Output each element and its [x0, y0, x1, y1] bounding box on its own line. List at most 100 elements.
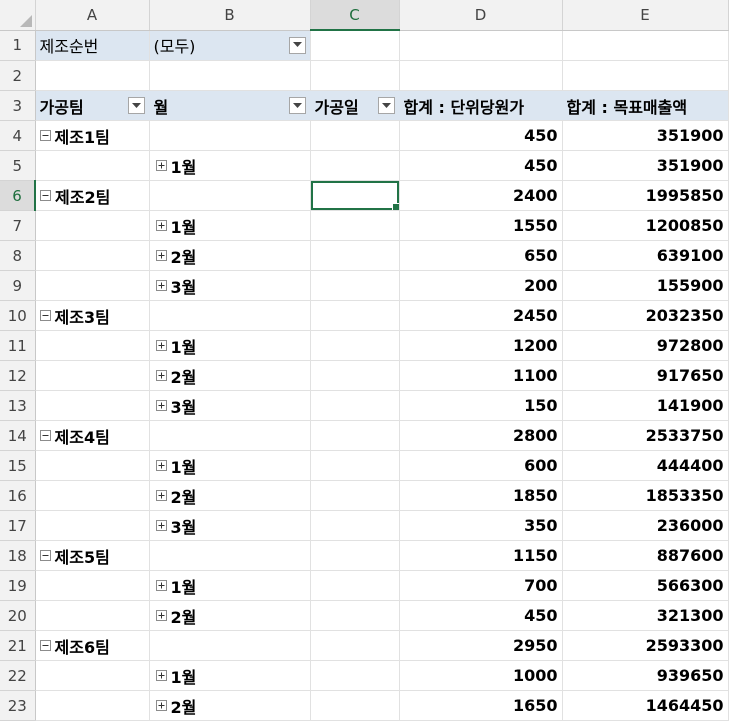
cell-e12[interactable]: 917650 — [562, 360, 729, 391]
cell-c21[interactable] — [310, 630, 400, 661]
cell-c5[interactable] — [310, 150, 400, 181]
row-header-17[interactable]: 17 — [0, 510, 36, 541]
cell-a14[interactable]: 제조4팀 — [35, 420, 150, 451]
cell-e23[interactable]: 1464450 — [562, 690, 729, 721]
cell-d16[interactable]: 1850 — [399, 480, 563, 511]
cell-d17[interactable]: 350 — [399, 510, 563, 541]
cell-b4[interactable] — [149, 120, 311, 151]
cell-d10[interactable]: 2450 — [399, 300, 563, 331]
cell-a10[interactable]: 제조3팀 — [35, 300, 150, 331]
collapse-minus-icon[interactable] — [39, 550, 51, 561]
cell-a13[interactable] — [35, 390, 150, 421]
cell-c7[interactable] — [310, 210, 400, 241]
cell-c12[interactable] — [310, 360, 400, 391]
collapse-minus-icon[interactable] — [39, 640, 51, 651]
filter-label-cell[interactable]: 제조순번 — [35, 30, 150, 61]
collapse-minus-icon[interactable] — [39, 310, 51, 321]
collapse-minus-icon[interactable] — [40, 190, 51, 201]
cell-e6[interactable]: 1995850 — [562, 180, 729, 211]
dropdown-arrow-icon[interactable] — [127, 97, 145, 114]
cell-d21[interactable]: 2950 — [399, 630, 563, 661]
cell-d9[interactable]: 200 — [399, 270, 563, 301]
cell-d2[interactable] — [399, 60, 563, 91]
cell-b23[interactable]: 2월 — [149, 690, 311, 721]
cell-c23[interactable] — [310, 690, 400, 721]
cell-d1[interactable] — [399, 30, 563, 61]
cell-a9[interactable] — [35, 270, 150, 301]
cell-d4[interactable]: 450 — [399, 120, 563, 151]
cell-a4[interactable]: 제조1팀 — [35, 120, 150, 151]
expand-plus-icon[interactable] — [155, 520, 167, 531]
cell-a6[interactable]: 제조2팀 — [35, 180, 150, 211]
cell-b6[interactable] — [149, 180, 311, 211]
cell-e1[interactable] — [562, 30, 729, 61]
cell-c22[interactable] — [310, 660, 400, 691]
cell-a21[interactable]: 제조6팀 — [35, 630, 150, 661]
cell-c2[interactable] — [310, 60, 400, 91]
column-header-d[interactable]: D — [399, 0, 563, 31]
row-header-8[interactable]: 8 — [0, 240, 36, 271]
cell-b20[interactable]: 2월 — [149, 600, 311, 631]
cell-b11[interactable]: 1월 — [149, 330, 311, 361]
cell-b19[interactable]: 1월 — [149, 570, 311, 601]
cell-e2[interactable] — [562, 60, 729, 91]
cell-b12[interactable]: 2월 — [149, 360, 311, 391]
cell-c18[interactable] — [310, 540, 400, 571]
row-header-1[interactable]: 1 — [0, 30, 36, 61]
row-header-21[interactable]: 21 — [0, 630, 36, 661]
cell-e9[interactable]: 155900 — [562, 270, 729, 301]
row-header-19[interactable]: 19 — [0, 570, 36, 601]
cell-c11[interactable] — [310, 330, 400, 361]
expand-plus-icon[interactable] — [155, 250, 167, 261]
cell-d14[interactable]: 2800 — [399, 420, 563, 451]
row-header-11[interactable]: 11 — [0, 330, 36, 361]
cell-a8[interactable] — [35, 240, 150, 271]
cell-e14[interactable]: 2533750 — [562, 420, 729, 451]
cell-a2[interactable] — [35, 60, 150, 91]
cell-a22[interactable] — [35, 660, 150, 691]
cell-d6[interactable]: 2400 — [399, 180, 563, 211]
cell-d13[interactable]: 150 — [399, 390, 563, 421]
row-header-13[interactable]: 13 — [0, 390, 36, 421]
row-header-15[interactable]: 15 — [0, 450, 36, 481]
cell-b8[interactable]: 2월 — [149, 240, 311, 271]
cell-e20[interactable]: 321300 — [562, 600, 729, 631]
dropdown-arrow-icon[interactable] — [377, 97, 395, 114]
cell-e16[interactable]: 1853350 — [562, 480, 729, 511]
cell-b5[interactable]: 1월 — [149, 150, 311, 181]
filter-value-cell[interactable]: (모두) — [149, 30, 311, 61]
row-header-4[interactable]: 4 — [0, 120, 36, 151]
row-header-16[interactable]: 16 — [0, 480, 36, 511]
cell-a19[interactable] — [35, 570, 150, 601]
cell-c4[interactable] — [310, 120, 400, 151]
cell-b15[interactable]: 1월 — [149, 450, 311, 481]
cell-e21[interactable]: 2593300 — [562, 630, 729, 661]
cell-d18[interactable]: 1150 — [399, 540, 563, 571]
cell-d12[interactable]: 1100 — [399, 360, 563, 391]
cell-c14[interactable] — [310, 420, 400, 451]
collapse-minus-icon[interactable] — [39, 430, 51, 441]
row-header-6[interactable]: 6 — [0, 180, 36, 211]
pivot-header-month[interactable]: 월 — [149, 90, 311, 121]
cell-e8[interactable]: 639100 — [562, 240, 729, 271]
cell-d20[interactable]: 450 — [399, 600, 563, 631]
cell-b14[interactable] — [149, 420, 311, 451]
cell-a12[interactable] — [35, 360, 150, 391]
cell-e11[interactable]: 972800 — [562, 330, 729, 361]
cell-d22[interactable]: 1000 — [399, 660, 563, 691]
cell-c10[interactable] — [310, 300, 400, 331]
expand-plus-icon[interactable] — [155, 400, 167, 411]
cell-a20[interactable] — [35, 600, 150, 631]
cell-b22[interactable]: 1월 — [149, 660, 311, 691]
row-header-9[interactable]: 9 — [0, 270, 36, 301]
cell-c16[interactable] — [310, 480, 400, 511]
cell-b16[interactable]: 2월 — [149, 480, 311, 511]
cell-a7[interactable] — [35, 210, 150, 241]
pivot-header-date[interactable]: 가공일 — [310, 90, 400, 121]
cell-a23[interactable] — [35, 690, 150, 721]
cell-b17[interactable]: 3월 — [149, 510, 311, 541]
select-all-corner[interactable] — [0, 0, 36, 31]
row-header-5[interactable]: 5 — [0, 150, 36, 181]
cell-c8[interactable] — [310, 240, 400, 271]
cell-e13[interactable]: 141900 — [562, 390, 729, 421]
